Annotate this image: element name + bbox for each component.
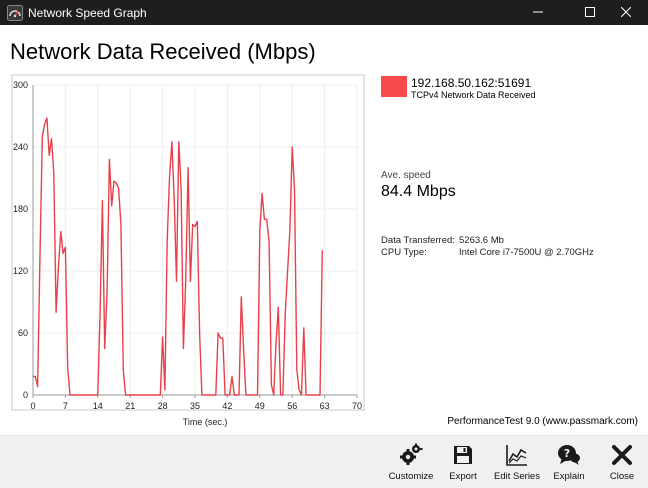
- x-icon: [612, 445, 632, 465]
- maximize-icon: [585, 7, 595, 17]
- x-tick-label: 7: [63, 401, 68, 411]
- x-tick-label: 56: [287, 401, 297, 411]
- title-bar[interactable]: Network Speed Graph: [0, 0, 648, 25]
- x-tick-label: 49: [255, 401, 265, 411]
- y-tick-label: 60: [18, 328, 28, 338]
- svg-text:?: ?: [564, 447, 570, 460]
- y-tick-label: 240: [13, 142, 28, 152]
- cpu-type-label: CPU Type:: [381, 247, 427, 258]
- average-speed-label: Ave. speed: [381, 170, 431, 181]
- edit-series-label: Edit Series: [494, 471, 540, 482]
- close-icon: [621, 7, 631, 17]
- legend-series-subtitle: TCPv4 Network Data Received: [411, 90, 536, 100]
- x-tick-label: 14: [93, 401, 103, 411]
- window-title: Network Speed Graph: [28, 6, 147, 20]
- x-tick-label: 21: [125, 401, 135, 411]
- speed-line-chart: 0 60 120 180 240 300 0 7 14 21 28 35 42 49 56 63 70 Time …: [11, 74, 365, 427]
- close-tool-button[interactable]: Close: [595, 436, 648, 488]
- x-tick-label: 70: [352, 401, 362, 411]
- data-transferred-value: 5263.6 Mb: [459, 235, 504, 246]
- line-chart-icon: [506, 445, 527, 466]
- window-close-button[interactable]: [604, 0, 648, 25]
- y-tick-label: 300: [13, 80, 28, 90]
- average-speed-value: 84.4 Mbps: [381, 183, 456, 200]
- x-tick-label: 63: [320, 401, 330, 411]
- gears-icon: [400, 443, 423, 465]
- gauge-icon: [7, 5, 23, 21]
- x-tick-label: 0: [30, 401, 35, 411]
- help-bubble-icon: ?: [558, 445, 580, 465]
- close-tool-label: Close: [609, 471, 635, 482]
- edit-series-button[interactable]: Edit Series: [490, 436, 544, 488]
- explain-label: Explain: [553, 471, 585, 482]
- export-label: Export: [449, 471, 477, 482]
- minimize-button[interactable]: [516, 0, 560, 25]
- minimize-icon: [533, 11, 543, 13]
- customize-label: Customize: [388, 471, 434, 482]
- legend-series-name: 192.168.50.162:51691: [411, 76, 532, 90]
- y-tick-label: 0: [23, 390, 28, 400]
- x-axis-label: Time (sec.): [183, 417, 228, 427]
- y-tick-label: 180: [13, 204, 28, 214]
- x-tick-label: 42: [222, 401, 232, 411]
- plot-background: [12, 75, 364, 410]
- customize-button[interactable]: Customize: [384, 436, 438, 488]
- legend-swatch: [381, 76, 407, 97]
- explain-button[interactable]: ? Explain: [542, 436, 596, 488]
- export-button[interactable]: Export: [436, 436, 490, 488]
- bottom-toolbar: Customize Export Edit Series ? Explain C…: [0, 435, 648, 488]
- data-transferred-label: Data Transferred:: [381, 235, 455, 246]
- credit-text: PerformanceTest 9.0 (www.passmark.com): [447, 416, 638, 427]
- x-tick-label: 35: [190, 401, 200, 411]
- cpu-type-value: Intel Core i7-7500U @ 2.70GHz: [459, 247, 594, 258]
- floppy-disk-icon: [454, 446, 472, 464]
- chart-heading: Network Data Received (Mbps): [10, 39, 316, 64]
- x-tick-label: 28: [158, 401, 168, 411]
- y-tick-label: 120: [13, 266, 28, 276]
